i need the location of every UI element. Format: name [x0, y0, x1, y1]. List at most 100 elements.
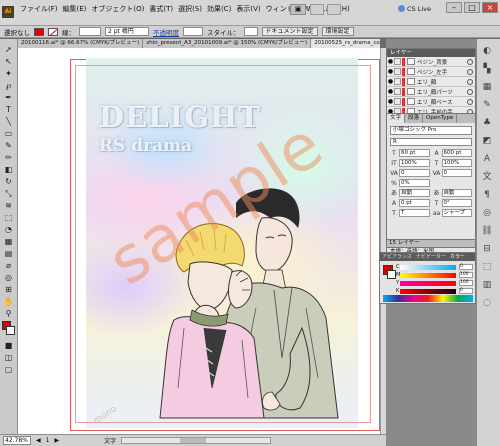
paragraph-icon[interactable]: ¶ [480, 189, 494, 201]
tab-document-2[interactable]: zhin_present_A3_20101009.ai* @ 150% (CMY… [143, 39, 312, 48]
align-icon[interactable]: ⊟ [480, 243, 494, 255]
zoom-field[interactable]: 42.78% [3, 436, 31, 445]
screen-mode-button[interactable] [327, 4, 341, 15]
black-slider[interactable] [400, 289, 456, 294]
eye-icon[interactable]: ● [387, 78, 394, 85]
line-tool-icon[interactable]: ╲ [3, 117, 14, 127]
symbols-icon[interactable]: ♣ [480, 117, 494, 129]
leading-field[interactable]: 600 pt [441, 149, 472, 157]
opacity-field[interactable] [183, 27, 203, 36]
close-icon[interactable]: × [482, 2, 498, 13]
free-transform-tool-icon[interactable]: ⬚ [3, 213, 14, 223]
appearance-icon[interactable]: ◎ [480, 207, 494, 219]
font-style-select[interactable]: R [390, 138, 472, 146]
tab-character[interactable]: 文字 [387, 114, 406, 123]
type-tool-icon[interactable]: T [3, 105, 14, 115]
layer-row[interactable]: ● エリ_顔ベース [387, 97, 475, 107]
lock-toggle[interactable] [394, 58, 401, 65]
tab-color[interactable]: カラー [448, 253, 467, 261]
vertical-scale-field[interactable]: 100% [399, 159, 430, 167]
menu-select[interactable]: 選択(S) [178, 4, 202, 14]
lock-toggle[interactable] [394, 78, 401, 85]
tab-appearance[interactable]: アピアランス [380, 253, 414, 261]
tab-document-3[interactable]: 20100525_rs_drama_color.ai* @ 42.78% (CM… [311, 39, 380, 48]
tracking-field[interactable]: 0 [441, 169, 472, 177]
artboard-prev-icon[interactable]: ◀ [36, 437, 41, 444]
maximize-icon[interactable]: □ [464, 2, 480, 13]
width-tool-icon[interactable]: ≋ [3, 201, 14, 211]
preferences-button[interactable]: 環境設定 [321, 27, 354, 36]
artboard-number[interactable]: 1 [46, 437, 50, 444]
layer-row[interactable]: ● ペジン_左手 [387, 67, 475, 77]
tab-paragraph[interactable]: 段落 [405, 114, 424, 123]
zoom-tool-icon[interactable]: ⚲ [3, 309, 14, 319]
eye-icon[interactable]: ● [387, 68, 394, 75]
menu-type[interactable]: 書式(T) [149, 4, 173, 14]
target-icon[interactable] [467, 58, 473, 65]
swatches-icon[interactable]: ▦ [480, 81, 494, 93]
yellow-slider[interactable] [400, 281, 456, 286]
eyedropper-tool-icon[interactable]: ⌀ [3, 261, 14, 271]
tab-navigator[interactable]: ナビゲーター [414, 253, 448, 261]
cyan-value[interactable]: 0 [459, 264, 473, 270]
canvas-area[interactable]: DELIGHT RS drama sample mono [18, 48, 380, 434]
artboard-tool-icon[interactable]: ⊞ [3, 285, 14, 295]
eye-icon[interactable]: ● [387, 98, 394, 105]
anti-alias-select[interactable]: シャープ [441, 209, 472, 217]
menu-view[interactable]: 表示(V) [236, 4, 260, 14]
menu-object[interactable]: オブジェクト(O) [91, 4, 144, 14]
lock-toggle[interactable] [394, 88, 401, 95]
kerning-field[interactable]: 0 [399, 169, 430, 177]
hand-tool-icon[interactable]: ✋ [3, 297, 14, 307]
paintbrush-tool-icon[interactable]: ✎ [3, 141, 14, 151]
brushes-icon[interactable]: ✎ [480, 99, 494, 111]
document-setup-button[interactable]: ドキュメント設定 [261, 27, 318, 36]
character-icon[interactable]: A [480, 153, 494, 165]
type-icon[interactable]: 文 [480, 171, 494, 183]
screen-mode-icon[interactable]: ▢ [3, 365, 14, 375]
color-mode-icon[interactable]: ■ [3, 341, 14, 351]
lock-toggle[interactable] [394, 68, 401, 75]
cyan-slider[interactable] [400, 265, 456, 270]
aki-left-field[interactable]: 自動 [399, 189, 430, 197]
lasso-tool-icon[interactable]: ℘ [3, 81, 14, 91]
rotate-tool-icon[interactable]: ↻ [3, 177, 14, 187]
magenta-slider[interactable] [400, 273, 456, 278]
lock-toggle[interactable] [394, 98, 401, 105]
shape-builder-tool-icon[interactable]: ◔ [3, 225, 14, 235]
minimize-icon[interactable]: – [446, 2, 462, 13]
target-icon[interactable] [467, 88, 473, 95]
style-field[interactable] [243, 27, 258, 36]
gradient-icon[interactable]: ▥ [480, 279, 494, 291]
fill-swatch[interactable] [34, 27, 44, 36]
font-family-select[interactable]: 小塚ゴシック Pro [390, 126, 472, 135]
stroke-swatch[interactable] [48, 27, 58, 36]
font-size-field[interactable]: 60 pt [399, 149, 430, 157]
eye-icon[interactable]: ● [387, 58, 394, 65]
artboard-next-icon[interactable]: ▶ [54, 437, 59, 444]
menu-file[interactable]: ファイル(F) [20, 4, 58, 14]
stroke-color-icon[interactable] [6, 326, 15, 335]
stroke-color-swatch[interactable] [387, 270, 396, 279]
scale-tool-icon[interactable]: ⤡ [3, 189, 14, 199]
tsume-field[interactable]: 0% [399, 179, 430, 187]
opacity-link[interactable]: 不透明度 [153, 27, 179, 37]
mesh-tool-icon[interactable]: ▦ [3, 237, 14, 247]
target-icon[interactable] [467, 98, 473, 105]
character-rotation-field[interactable]: 0° [441, 199, 472, 207]
layer-row[interactable]: ● エリ_顔 [387, 77, 475, 87]
arrange-documents-button[interactable] [310, 4, 324, 15]
graphic-styles-icon[interactable]: ◩ [480, 135, 494, 147]
tab-document-1[interactable]: 20100116.ai* @ 66.67% (CMYK/プレビュー) [18, 39, 144, 48]
target-icon[interactable] [467, 78, 473, 85]
stroke-weight-field[interactable] [79, 27, 101, 36]
color-guide-icon[interactable]: ▚ [480, 63, 494, 75]
menu-effect[interactable]: 効果(C) [207, 4, 231, 14]
brush-definition-field[interactable]: 2 pt 楕円 [105, 27, 149, 36]
underline-field[interactable]: T [399, 209, 430, 217]
target-icon[interactable] [467, 68, 473, 75]
gradient-tool-icon[interactable]: ▤ [3, 249, 14, 259]
color-panel-icon[interactable]: ◐ [480, 45, 494, 57]
blend-tool-icon[interactable]: ◎ [3, 273, 14, 283]
aki-right-field[interactable]: 自動 [441, 189, 472, 197]
